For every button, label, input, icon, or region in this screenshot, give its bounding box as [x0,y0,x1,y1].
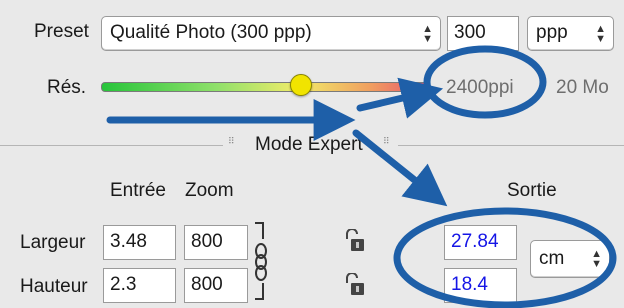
output-unit-value: cm [539,248,565,269]
preset-select[interactable]: Qualité Photo (300 ppp) ▲ ▼ [101,16,441,51]
select-arrows-icon: ▲ ▼ [591,248,602,270]
padlock-icon[interactable] [343,272,365,297]
grip-icon: ⠿ [383,136,391,146]
dpi-unit-value: ppp [536,22,568,43]
chain-link-icon[interactable] [253,221,271,301]
grip-icon: ⠿ [228,136,236,146]
resolution-label: Rés. [47,77,87,98]
file-size: 20 Mo [556,77,609,98]
section-divider-right [398,145,624,146]
height-output[interactable]: 18.4 [444,268,517,303]
dpi-field[interactable]: 300 [447,16,519,51]
width-label: Largeur [20,232,86,253]
select-arrows-icon: ▲ ▼ [595,22,606,45]
annotation-arrow [356,77,444,119]
height-label: Hauteur [20,276,88,297]
section-title: Mode Expert [255,134,363,155]
width-zoom[interactable]: 800 [184,225,248,260]
width-output[interactable]: 27.84 [444,225,517,260]
resolution-slider-knob[interactable] [289,74,312,96]
section-divider-left [0,145,223,146]
input-header: Entrée [110,180,166,201]
preset-value: Qualité Photo (300 ppp) [110,22,312,43]
preset-label: Preset [34,21,89,42]
dpi-unit-select[interactable]: ppp ▲ ▼ [527,16,614,51]
height-zoom[interactable]: 800 [184,268,248,303]
output-unit-select[interactable]: cm ▲ ▼ [530,240,610,278]
resolution-value: 2400ppi [446,77,514,98]
select-arrows-icon: ▲ ▼ [422,22,433,45]
height-input[interactable]: 2.3 [103,268,176,303]
width-input[interactable]: 3.48 [103,225,176,260]
output-header: Sortie [507,180,557,201]
annotation-arrow [352,129,448,207]
padlock-icon[interactable] [343,228,365,253]
resolution-slider-track[interactable] [101,82,429,92]
zoom-header: Zoom [185,180,234,201]
